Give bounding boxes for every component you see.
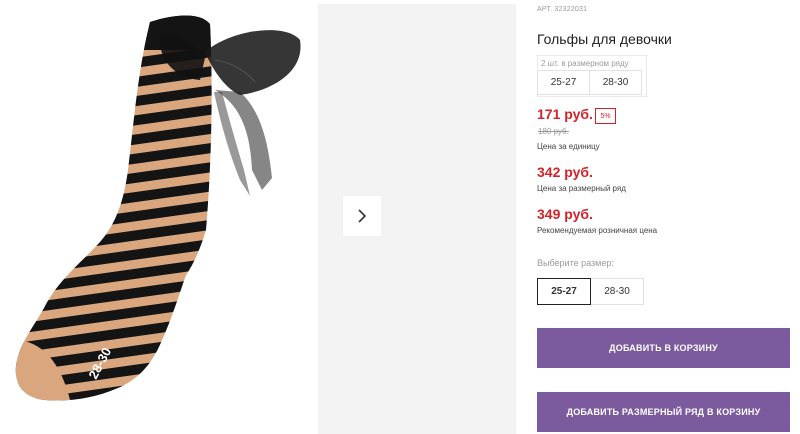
discount-badge: 5% [595,108,616,124]
size-set-list: 25-27 28-30 [537,70,642,95]
size-set-label: 2 шт. в размерном ряду [541,59,629,68]
product-sku: АРТ. 32322031 [537,6,588,13]
size-set-item: 25-27 [537,70,590,95]
unit-price-label: Цена за единицу [537,142,600,151]
add-to-cart-button[interactable]: Добавить в корзину [537,328,790,368]
size-option-28-30[interactable]: 28-30 [590,278,644,305]
size-set-item: 28-30 [589,70,642,95]
product-title: Гольфы для девочки [537,31,672,47]
sock-image: 28-30 [15,15,301,401]
choose-size-label: Выберите размер: [537,258,614,268]
size-selector: 25-27 28-30 [537,278,644,305]
add-set-to-cart-button[interactable]: Добавить размерный ряд в корзину [537,392,790,432]
set-price: 342 руб. [537,164,593,180]
product-image-main: 28-30 [0,0,318,434]
product-info: АРТ. 32322031 Гольфы для девочки 2 шт. в… [537,0,800,434]
unit-price: 171 руб. [537,106,593,122]
size-option-25-27[interactable]: 25-27 [537,278,591,305]
set-price-label: Цена за размерный ряд [537,184,626,193]
next-image-button[interactable] [343,196,381,236]
chevron-right-icon [358,209,367,223]
size-set-box: 2 шт. в размерном ряду 25-27 28-30 [537,55,647,97]
old-price: 180 руб. [538,127,569,136]
retail-price-label: Рекомендуемая розничная цена [537,226,658,235]
retail-price: 349 руб. [537,206,593,222]
